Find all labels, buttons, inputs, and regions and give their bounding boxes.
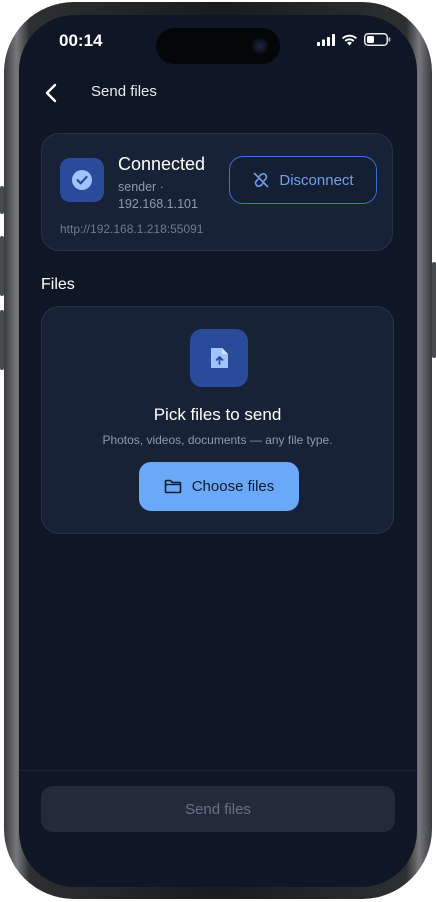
peer-address: 192.168.1.101 xyxy=(118,197,198,211)
dynamic-island xyxy=(156,28,280,64)
link-off-icon xyxy=(254,172,269,188)
choose-files-label: Choose files xyxy=(191,478,275,495)
connected-badge xyxy=(60,158,104,202)
front-camera xyxy=(252,38,268,54)
file-upload-icon xyxy=(211,348,228,368)
send-files-label: Send files xyxy=(185,800,251,818)
connection-card: Connected sender · 192.168.1.101 Disconn… xyxy=(41,133,393,251)
choose-files-button[interactable]: Choose files xyxy=(139,462,299,511)
cellular-signal-icon xyxy=(317,33,335,46)
volume-down-button xyxy=(0,310,4,370)
action-button xyxy=(0,186,4,214)
connection-status: Connected xyxy=(118,154,206,174)
app-screen: 00:14 Send files Connected sender · 192.… xyxy=(19,15,417,887)
power-button xyxy=(432,262,436,358)
pick-files-title: Pick files to send xyxy=(153,405,282,424)
footer-divider xyxy=(19,770,417,771)
file-picker-card: Pick files to send Photos, videos, docum… xyxy=(41,306,394,534)
disconnect-button[interactable]: Disconnect xyxy=(229,156,377,204)
connection-peer: sender · 192.168.1.101 xyxy=(118,179,218,213)
page-title: Send files xyxy=(91,83,157,100)
volume-up-button xyxy=(0,236,4,296)
files-heading: Files xyxy=(41,276,75,293)
battery-icon xyxy=(364,33,391,46)
folder-icon xyxy=(164,479,182,494)
wifi-icon xyxy=(342,34,357,45)
check-circle-icon xyxy=(72,170,92,190)
peer-name: sender · xyxy=(118,180,164,194)
back-button[interactable] xyxy=(37,79,65,107)
connection-url: http://192.168.1.218:55091 xyxy=(60,222,204,236)
send-files-button[interactable]: Send files xyxy=(41,786,395,832)
pick-files-subtitle: Photos, videos, documents — any file typ… xyxy=(102,433,333,447)
disconnect-label: Disconnect xyxy=(279,171,354,189)
status-time: 00:14 xyxy=(59,31,103,50)
chevron-left-icon xyxy=(45,83,57,103)
status-icons xyxy=(317,33,391,46)
file-icon-box xyxy=(190,329,248,387)
